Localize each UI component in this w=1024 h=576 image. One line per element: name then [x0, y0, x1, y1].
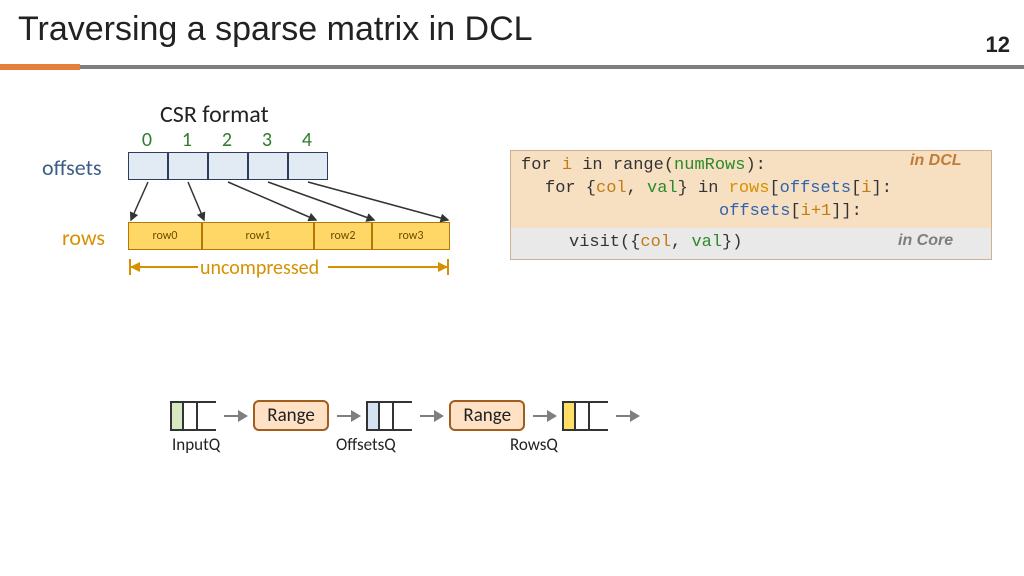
pipeline-diagram: Range Range: [170, 400, 642, 431]
rowsq-label: RowsQ: [510, 434, 558, 455]
range-box: Range: [449, 400, 525, 431]
slide-title: Traversing a sparse matrix in DCL: [18, 10, 533, 49]
rows-label: rows: [62, 224, 105, 251]
in-core-tag: in Core: [898, 232, 1012, 250]
offset-index: 2: [208, 128, 246, 152]
offset-cell: [288, 152, 328, 180]
offset-cell: [168, 152, 208, 180]
offset-cell: [208, 152, 248, 180]
offset-index: 4: [288, 128, 326, 152]
offset-cell: [128, 152, 168, 180]
offset-cell: [248, 152, 288, 180]
row-cell: row0: [128, 222, 202, 250]
csr-heading: CSR format: [160, 100, 269, 129]
in-dcl-tag: in DCL: [910, 152, 1012, 170]
offsetsq-label: OffsetsQ: [336, 434, 396, 455]
title-rule-accent: [0, 64, 80, 70]
page-number: 12: [986, 32, 1010, 58]
offset-index: 1: [168, 128, 206, 152]
arrow-icon: [224, 415, 246, 417]
arrow-icon: [337, 415, 359, 417]
offsetsq-icon: [366, 401, 412, 431]
range-box: Range: [253, 400, 329, 431]
row-cell: row2: [314, 222, 372, 250]
inputq-label: InputQ: [172, 434, 220, 455]
uncompressed-arrow: [128, 255, 458, 279]
title-rule: [80, 65, 1024, 69]
offset-index: 0: [128, 128, 166, 152]
arrow-icon: [420, 415, 442, 417]
rowsq-icon: [562, 401, 608, 431]
arrow-icon: [533, 415, 555, 417]
row-cell: row1: [202, 222, 314, 250]
arrow-icon: [616, 415, 638, 417]
offset-index: 3: [248, 128, 286, 152]
row-cell: row3: [372, 222, 450, 250]
inputq-icon: [170, 401, 216, 431]
offsets-label: offsets: [42, 154, 102, 181]
